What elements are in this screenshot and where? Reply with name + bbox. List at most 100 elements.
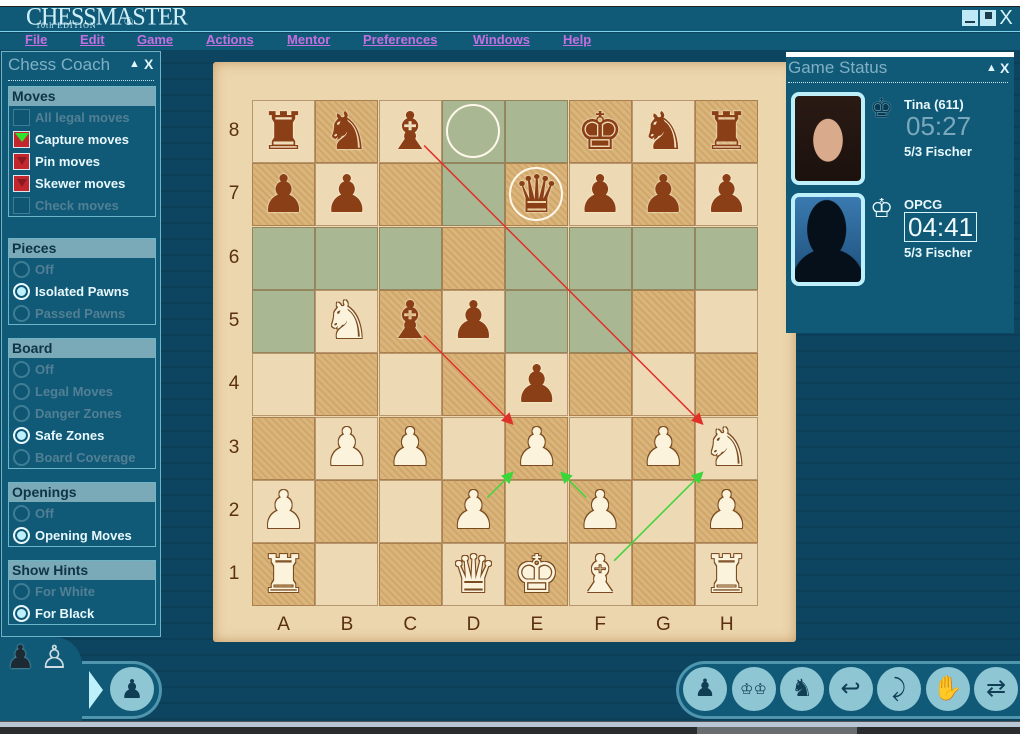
black-pawn-icon[interactable]: ♟ — [695, 163, 758, 226]
menu-help[interactable]: Help — [563, 32, 591, 47]
black-pawn-icon[interactable]: ♟ — [315, 163, 378, 226]
menu-windows[interactable]: Windows — [473, 32, 530, 47]
flip-board-button[interactable]: ♔♔ — [731, 667, 776, 711]
square-f4[interactable] — [568, 353, 632, 417]
square-e2[interactable] — [505, 479, 569, 543]
square-a4[interactable] — [252, 353, 315, 417]
black-pawn-icon[interactable]: ♟ — [6, 641, 35, 673]
square-b1[interactable] — [315, 543, 379, 607]
radio-off[interactable]: Off — [9, 258, 155, 280]
square-b2[interactable] — [315, 479, 379, 543]
black-king-icon[interactable]: ♚ — [569, 100, 632, 163]
square-h4[interactable] — [695, 353, 759, 417]
white-pawn-icon[interactable]: ♟ — [379, 417, 442, 480]
black-pawn-icon[interactable]: ♟ — [505, 353, 568, 416]
radio-safe-zones[interactable]: Safe Zones — [9, 424, 155, 446]
radio-danger-zones[interactable]: Danger Zones — [9, 402, 155, 424]
checkbox-icon[interactable] — [13, 174, 30, 192]
square-g1[interactable] — [631, 543, 695, 607]
radio-isolated-pawns[interactable]: Isolated Pawns — [9, 280, 155, 302]
radio-icon[interactable] — [13, 504, 30, 522]
white-bishop-icon[interactable]: ♝ — [569, 543, 632, 606]
white-pawn-icon[interactable]: ♟ — [569, 480, 632, 543]
menu-edit[interactable]: Edit — [80, 32, 105, 47]
radio-icon[interactable] — [13, 282, 30, 300]
black-pawn-icon[interactable]: ♟ — [252, 163, 315, 226]
coach-close-button[interactable]: X — [144, 56, 153, 72]
square-g2[interactable] — [631, 479, 695, 543]
move-now-button[interactable]: ♟ — [683, 667, 727, 711]
menu-preferences[interactable]: Preferences — [363, 32, 437, 47]
menu-mentor[interactable]: Mentor — [287, 32, 330, 47]
square-c7[interactable] — [378, 163, 442, 227]
white-king-icon[interactable]: ♚ — [505, 543, 568, 606]
square-c6[interactable] — [378, 226, 442, 290]
radio-icon[interactable] — [13, 582, 30, 600]
square-d4[interactable] — [441, 353, 505, 417]
black-bishop-icon[interactable]: ♝ — [379, 290, 442, 353]
radio-board-coverage[interactable]: Board Coverage — [9, 446, 155, 468]
white-pawn-icon[interactable]: ♟ — [505, 417, 568, 480]
radio-off[interactable]: Off — [9, 358, 155, 380]
checkbox-skewer-moves[interactable]: Skewer moves — [9, 172, 155, 194]
black-queen-icon[interactable]: ♛ — [505, 163, 568, 226]
checkbox-capture-moves[interactable]: Capture moves — [9, 128, 155, 150]
square-f5[interactable] — [568, 289, 632, 353]
radio-icon[interactable] — [13, 304, 30, 322]
swap-sides-button[interactable]: ⇄ — [974, 667, 1018, 711]
square-g4[interactable] — [631, 353, 695, 417]
radio-icon[interactable] — [13, 526, 30, 544]
white-pawn-icon[interactable]: ♟ — [315, 417, 378, 480]
white-rook-icon[interactable]: ♜ — [695, 543, 758, 606]
taskbar-item[interactable] — [697, 727, 857, 734]
status-collapse-button[interactable]: ▲ — [986, 62, 997, 74]
square-d6[interactable] — [441, 226, 505, 290]
radio-icon[interactable] — [13, 604, 30, 622]
white-pawn-icon[interactable]: ♟ — [252, 480, 315, 543]
radio-icon[interactable] — [13, 426, 30, 444]
square-f6[interactable] — [568, 226, 632, 290]
square-a3[interactable] — [252, 416, 315, 480]
take-back-button[interactable]: ↩ — [828, 667, 873, 711]
coach-collapse-button[interactable]: ▲ — [129, 58, 140, 70]
radio-icon[interactable] — [13, 382, 30, 400]
black-pawn-icon[interactable]: ♟ — [569, 163, 632, 226]
pawn-menu-button[interactable]: ♟ — [110, 667, 154, 711]
white-knight-icon[interactable]: ♞ — [695, 417, 758, 480]
square-c2[interactable] — [378, 479, 442, 543]
radio-for-white[interactable]: For White — [9, 580, 155, 602]
black-pawn-icon[interactable]: ♟ — [442, 290, 505, 353]
maximize-button[interactable] — [980, 10, 996, 26]
black-knight-icon[interactable]: ♞ — [315, 100, 378, 163]
checkbox-check-moves[interactable]: Check moves — [9, 194, 155, 216]
square-b6[interactable] — [315, 226, 379, 290]
radio-legal-moves[interactable]: Legal Moves — [9, 380, 155, 402]
radio-icon[interactable] — [13, 404, 30, 422]
expand-arrow-icon[interactable] — [89, 671, 103, 709]
checkbox-all-legal-moves[interactable]: All legal moves — [9, 106, 155, 128]
black-pawn-icon[interactable]: ♟ — [632, 163, 695, 226]
white-knight-icon[interactable]: ♞ — [315, 290, 378, 353]
radio-off[interactable]: Off — [9, 502, 155, 524]
square-f3[interactable] — [568, 416, 632, 480]
radio-icon[interactable] — [13, 360, 30, 378]
white-rook-icon[interactable]: ♜ — [252, 543, 315, 606]
square-g6[interactable] — [631, 226, 695, 290]
checkbox-icon[interactable] — [13, 152, 30, 170]
square-e5[interactable] — [505, 289, 569, 353]
checkbox-pin-moves[interactable]: Pin moves — [9, 150, 155, 172]
square-d3[interactable] — [441, 416, 505, 480]
white-pawn-icon[interactable]: ♟ — [632, 417, 695, 480]
square-b4[interactable] — [315, 353, 379, 417]
black-knight-icon[interactable]: ♞ — [632, 100, 695, 163]
status-close-button[interactable]: X — [1000, 60, 1009, 76]
square-d7[interactable] — [441, 163, 505, 227]
player-portrait-opcg[interactable] — [791, 193, 865, 286]
minimize-button[interactable] — [962, 10, 978, 26]
white-queen-icon[interactable]: ♛ — [442, 543, 505, 606]
menu-game[interactable]: Game — [137, 32, 173, 47]
chess-board[interactable]: 87654321ABCDEFGH ♜ ♞ ♝ ♚ ♞ ♜ ♟ ♟ ♛ ♟ ♟ ♟ ♞ ♝ ♟ ♟ ♟ ♟ ♟ ♟ ♞ ♟ ♟… — [213, 62, 796, 642]
radio-passed-pawns[interactable]: Passed Pawns — [9, 302, 155, 324]
checkbox-icon[interactable] — [13, 108, 30, 126]
menu-file[interactable]: File — [25, 32, 47, 47]
